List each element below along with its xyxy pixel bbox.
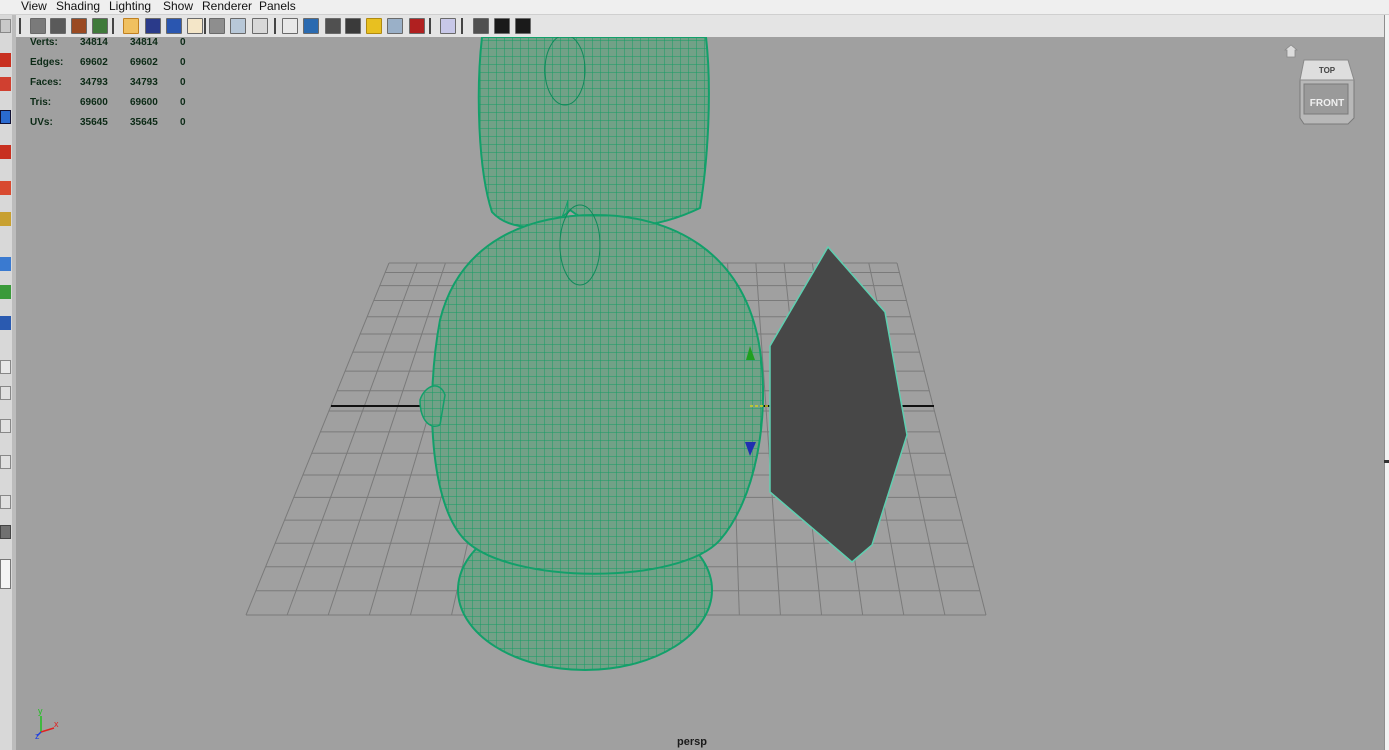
polygon-plane[interactable]: [769, 245, 908, 563]
grid-line: [245, 262, 390, 616]
hud-label: Tris:: [30, 97, 52, 108]
y-axis-label: y: [38, 706, 43, 716]
axis-tripod: y x z: [35, 706, 59, 740]
view-cube-front-label: FRONT: [1310, 98, 1344, 109]
hud-label: UVs:: [30, 117, 53, 128]
mesh-model[interactable]: [419, 35, 765, 671]
hud-value: 69602: [80, 57, 108, 68]
z-axis-label: z: [35, 731, 40, 740]
x-axis-line: [40, 727, 55, 733]
hud-value: 0: [180, 57, 186, 68]
hud-row-edges: Edges: 69602 69602 0: [30, 57, 230, 69]
view-cube-top-label: TOP: [1319, 66, 1336, 75]
hud-value: 69600: [80, 97, 108, 108]
hud-row-verts: Verts: 34814 34814 0: [30, 37, 230, 49]
mesh-main-body: [431, 213, 765, 575]
home-icon[interactable]: [1284, 44, 1298, 58]
hud-value: 69600: [130, 97, 158, 108]
hud-value: 34793: [80, 77, 108, 88]
hud-label: Edges:: [30, 57, 64, 68]
hud-row-uvs: UVs: 35645 35645 0: [30, 117, 230, 129]
camera-name-label: persp: [677, 736, 707, 748]
view-cube[interactable]: TOP FRONT: [1298, 58, 1356, 126]
hud-value: 34814: [130, 37, 158, 48]
hud-label: Verts:: [30, 37, 58, 48]
hud-row-tris: Tris: 69600 69600 0: [30, 97, 230, 109]
hud-value: 0: [180, 37, 186, 48]
mesh-upper-part: [477, 37, 710, 228]
hud-value: 35645: [80, 117, 108, 128]
hud-value: 0: [180, 117, 186, 128]
x-axis-label: x: [54, 719, 59, 729]
grid-line: [327, 262, 446, 616]
hud-value: 34793: [130, 77, 158, 88]
grid-line: [286, 262, 418, 616]
hud-value: 35645: [130, 117, 158, 128]
hud-label: Faces:: [30, 77, 62, 88]
panel-splitter-mark[interactable]: [1384, 460, 1389, 463]
mesh-left-protrusion: [419, 385, 446, 427]
hud-value: 0: [180, 77, 186, 88]
right-panel-edge: [1384, 15, 1389, 750]
hud-row-faces: Faces: 34793 34793 0: [30, 77, 230, 89]
hud-value: 69602: [130, 57, 158, 68]
hud-value: 34814: [80, 37, 108, 48]
hud-value: 0: [180, 97, 186, 108]
grid-line: [896, 262, 987, 616]
scene-render: [245, 35, 987, 671]
